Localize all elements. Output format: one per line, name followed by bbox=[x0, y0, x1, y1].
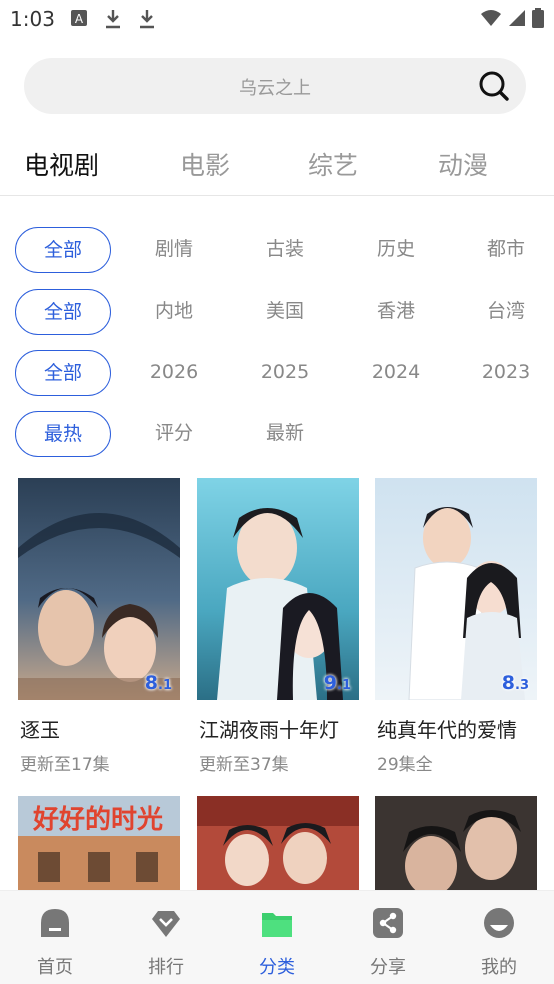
sort-chip-rating[interactable]: 评分 bbox=[126, 411, 222, 457]
download-icon bbox=[106, 10, 120, 29]
signal-icon bbox=[509, 10, 525, 26]
svg-text:好好的时光: 好好的时光 bbox=[32, 804, 163, 835]
share-icon bbox=[373, 908, 403, 938]
category-tabs: 电视剧 电影 综艺 动漫 bbox=[0, 138, 554, 196]
nav-category[interactable]: 分类 bbox=[222, 891, 332, 984]
nav-label: 排行 bbox=[148, 957, 184, 978]
tab-anime[interactable]: 动漫 bbox=[438, 146, 488, 182]
poster-image[interactable]: 8.3 bbox=[375, 478, 537, 700]
drama-card[interactable] bbox=[375, 796, 537, 890]
poster-art: 好好的时光 bbox=[18, 796, 180, 890]
genre-filter-row: 全部 剧情 古装 历史 都市 bbox=[0, 227, 554, 273]
bottom-nav: 首页 排行 分类 分享 我的 bbox=[0, 890, 554, 984]
region-chip-all[interactable]: 全部 bbox=[15, 289, 111, 335]
poster-art bbox=[18, 478, 180, 700]
nav-label: 首页 bbox=[37, 957, 73, 978]
card-episode-status: 更新至37集 bbox=[199, 755, 289, 775]
drama-card[interactable]: 好好的时光 bbox=[18, 796, 180, 890]
region-chip[interactable]: 香港 bbox=[348, 289, 444, 335]
svg-text:A: A bbox=[75, 12, 84, 26]
year-chip[interactable]: 2023 bbox=[458, 350, 554, 396]
genre-chip[interactable]: 古装 bbox=[237, 227, 333, 273]
year-chip[interactable]: 2025 bbox=[237, 350, 333, 396]
nav-share[interactable]: 分享 bbox=[333, 891, 443, 984]
folder-icon bbox=[262, 913, 292, 937]
poster-art bbox=[197, 478, 359, 700]
poster-art bbox=[375, 796, 537, 890]
year-filter-row: 全部 2026 2025 2024 2023 bbox=[0, 350, 554, 396]
wifi-icon bbox=[481, 10, 501, 26]
region-chip[interactable]: 美国 bbox=[237, 289, 333, 335]
poster-art bbox=[197, 796, 359, 890]
rating-score: 8.1 bbox=[144, 672, 172, 694]
genre-chip[interactable]: 历史 bbox=[348, 227, 444, 273]
sort-chip-hot[interactable]: 最热 bbox=[15, 411, 111, 457]
card-title[interactable]: 逐玉 bbox=[20, 714, 60, 743]
ranking-icon bbox=[152, 911, 180, 937]
drama-card[interactable] bbox=[197, 796, 359, 890]
region-chip[interactable]: 台湾 bbox=[458, 289, 554, 335]
nav-label: 我的 bbox=[481, 957, 517, 978]
rating-score: 9.1 bbox=[323, 672, 351, 694]
card-episode-status: 更新至17集 bbox=[20, 755, 110, 775]
download-icon bbox=[140, 10, 154, 29]
poster-image[interactable]: 9.1 bbox=[197, 478, 359, 700]
profile-icon bbox=[484, 908, 514, 938]
card-title[interactable]: 纯真年代的爱情 bbox=[377, 714, 517, 743]
year-chip[interactable]: 2024 bbox=[348, 350, 444, 396]
region-chip[interactable]: 内地 bbox=[126, 289, 222, 335]
region-filter-row: 全部 内地 美国 香港 台湾 bbox=[0, 289, 554, 335]
tab-movie[interactable]: 电影 bbox=[180, 146, 230, 182]
card-episode-status: 29集全 bbox=[377, 755, 433, 775]
battery-icon bbox=[532, 8, 544, 28]
tab-variety[interactable]: 综艺 bbox=[308, 146, 358, 182]
tab-tv[interactable]: 电视剧 bbox=[24, 146, 99, 182]
nav-ranking[interactable]: 排行 bbox=[111, 891, 221, 984]
poster-art bbox=[375, 478, 537, 700]
year-chip-all[interactable]: 全部 bbox=[15, 350, 111, 396]
home-icon bbox=[41, 909, 69, 937]
status-bar: 1:03 A bbox=[0, 0, 554, 40]
search-placeholder: 乌云之上 bbox=[239, 78, 311, 99]
search-bar[interactable]: 乌云之上 bbox=[24, 58, 526, 114]
status-time: 1:03 bbox=[10, 7, 55, 31]
card-title[interactable]: 江湖夜雨十年灯 bbox=[199, 714, 339, 743]
nav-profile[interactable]: 我的 bbox=[444, 891, 554, 984]
rating-score: 8.3 bbox=[501, 672, 529, 694]
nav-label: 分类 bbox=[259, 957, 295, 978]
nav-label: 分享 bbox=[370, 957, 406, 978]
a-notification-icon: A bbox=[71, 10, 87, 26]
search-icon[interactable] bbox=[478, 70, 510, 102]
nav-home[interactable]: 首页 bbox=[0, 891, 110, 984]
genre-chip[interactable]: 剧情 bbox=[126, 227, 222, 273]
poster-image[interactable]: 8.1 bbox=[18, 478, 180, 700]
genre-chip[interactable]: 都市 bbox=[458, 227, 554, 273]
sort-filter-row: 最热 评分 最新 bbox=[0, 411, 554, 457]
year-chip[interactable]: 2026 bbox=[126, 350, 222, 396]
sort-chip-newest[interactable]: 最新 bbox=[237, 411, 333, 457]
genre-chip-all[interactable]: 全部 bbox=[15, 227, 111, 273]
